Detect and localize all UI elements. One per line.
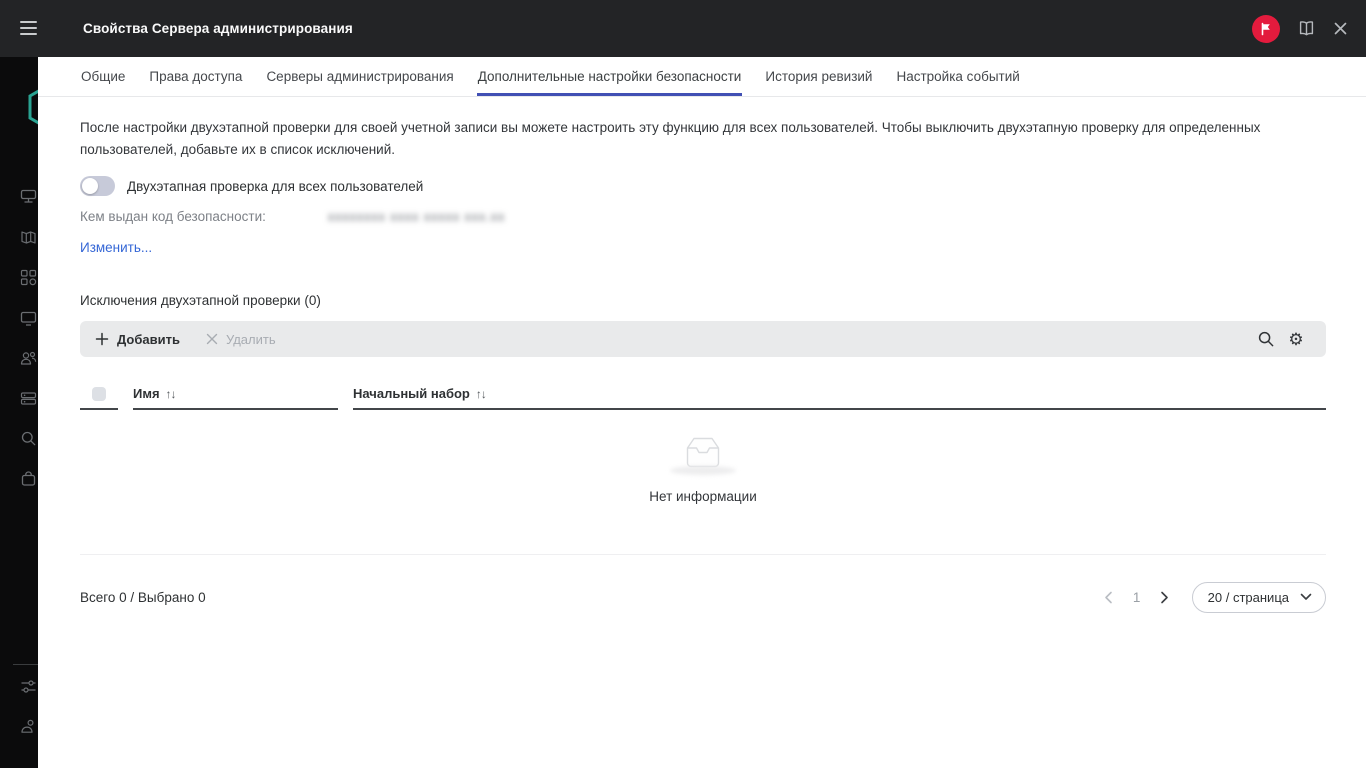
selection-summary: Всего 0 / Выбрано 0	[80, 590, 206, 605]
toggle-label: Двухэтапная проверка для всех пользовате…	[127, 179, 423, 194]
console-settings-icon[interactable]	[19, 677, 38, 696]
tab-event-configuration[interactable]: Настройка событий	[895, 57, 1020, 96]
column-name-label: Имя	[133, 386, 160, 401]
empty-table-text: Нет информации	[649, 489, 756, 504]
table-search-icon[interactable]	[1251, 330, 1281, 348]
exclusions-toolbar: Добавить Удалить ⚙	[80, 321, 1326, 357]
change-link[interactable]: Изменить...	[80, 240, 152, 255]
gear-icon: ⚙	[1288, 331, 1303, 348]
delete-button-disabled[interactable]: Удалить	[206, 332, 276, 347]
table-header-row: Имя ↑↓ Начальный набор ↑↓	[80, 379, 1326, 410]
sort-arrows-icon: ↑↓	[476, 387, 486, 401]
tab-administration-servers[interactable]: Серверы администрирования	[265, 57, 454, 96]
sort-arrows-icon: ↑↓	[166, 387, 176, 401]
select-all-checkbox[interactable]	[80, 379, 118, 410]
current-page-number[interactable]: 1	[1122, 590, 1152, 605]
add-button[interactable]: Добавить	[95, 332, 180, 347]
pagination: 1 20 / страница	[1096, 582, 1326, 613]
plus-icon	[95, 332, 109, 346]
page-size-label: 20 / страница	[1208, 590, 1289, 605]
column-header-initial-set[interactable]: Начальный набор ↑↓	[353, 379, 1326, 410]
column-header-name[interactable]: Имя ↑↓	[133, 379, 338, 410]
toggle-knob	[82, 178, 98, 194]
exclusions-section-title: Исключения двухэтапной проверки (0)	[80, 293, 1326, 308]
two-step-verification-description: После настройки двухэтапной проверки для…	[80, 117, 1320, 161]
two-step-verification-toggle[interactable]	[80, 176, 115, 196]
guide-book-icon[interactable]	[19, 228, 38, 247]
devices-monitor-icon[interactable]	[19, 309, 38, 328]
title-bar: Свойства Сервера администрирования	[0, 0, 1366, 57]
delete-button-label: Удалить	[226, 332, 276, 347]
window-title: Свойства Сервера администрирования	[83, 21, 353, 36]
cross-icon	[206, 333, 218, 345]
previous-page-chevron-icon[interactable]	[1096, 591, 1122, 604]
empty-icon-shadow	[670, 466, 736, 475]
sidebar-divider	[13, 664, 38, 665]
admin-server-properties-window: Свойства Сервера администрирования	[0, 0, 1366, 768]
table-settings-gear-icon[interactable]: ⚙	[1281, 331, 1311, 348]
assets-grid-icon[interactable]	[19, 268, 38, 287]
empty-table-state: Нет информации	[80, 410, 1326, 555]
table-footer: Всего 0 / Выбрано 0 1 20 / страница	[80, 555, 1326, 639]
tab-access-rights[interactable]: Права доступа	[148, 57, 243, 96]
empty-inbox-icon	[680, 436, 726, 470]
brand-hexagon-logo	[26, 83, 38, 134]
users-icon[interactable]	[19, 349, 38, 368]
chevron-down-icon	[1300, 593, 1312, 601]
tab-bar: Общие Права доступа Серверы администриро…	[38, 57, 1366, 97]
main-panel: Общие Права доступа Серверы администриро…	[38, 57, 1366, 768]
marketplace-bag-icon[interactable]	[19, 469, 38, 488]
close-icon[interactable]	[1333, 21, 1348, 36]
flag-badge-icon[interactable]	[1252, 15, 1280, 43]
security-code-issuer-label: Кем выдан код безопасности:	[80, 209, 266, 224]
servers-stack-icon[interactable]	[19, 389, 38, 408]
add-button-label: Добавить	[117, 332, 180, 347]
checkbox-icon	[92, 387, 106, 401]
next-page-chevron-icon[interactable]	[1152, 591, 1178, 604]
navigation-sidebar	[0, 57, 38, 768]
page-size-select[interactable]: 20 / страница	[1192, 582, 1326, 613]
tab-additional-security-settings[interactable]: Дополнительные настройки безопасности	[477, 57, 743, 96]
hamburger-menu-icon[interactable]	[20, 21, 37, 35]
help-book-icon[interactable]	[1297, 20, 1316, 37]
search-icon[interactable]	[19, 429, 38, 448]
title-bar-actions	[1252, 0, 1348, 57]
tab-revision-history[interactable]: История ревизий	[764, 57, 873, 96]
account-icon[interactable]	[19, 717, 38, 736]
security-code-issuer-value-redacted: xxxxxxxx xxxx xxxxx xxx.xx	[328, 210, 505, 224]
monitoring-icon[interactable]	[19, 187, 38, 206]
tab-general[interactable]: Общие	[80, 57, 126, 96]
column-initial-set-label: Начальный набор	[353, 386, 470, 401]
